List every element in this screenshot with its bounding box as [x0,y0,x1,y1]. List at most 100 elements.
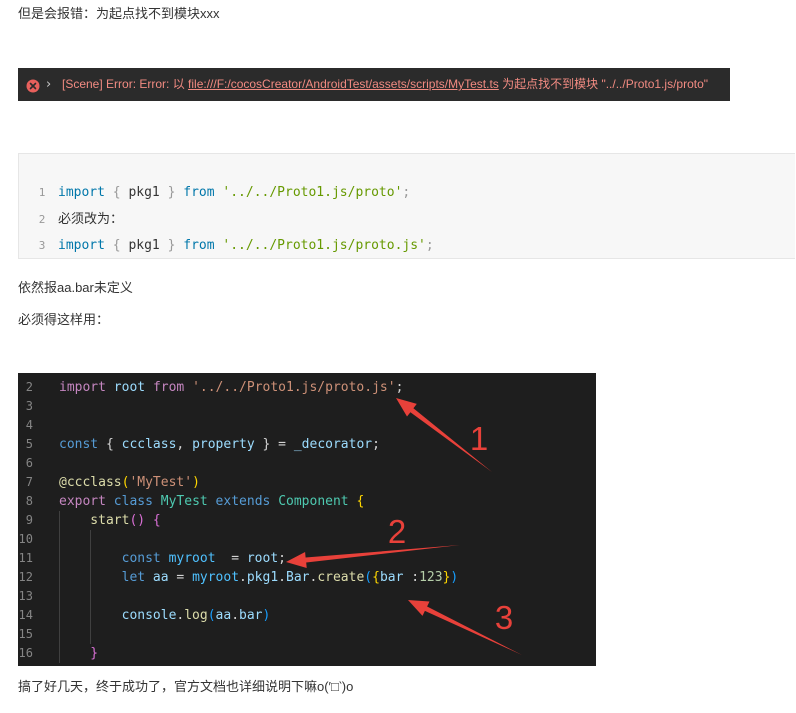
line-number: 14 [18,607,33,622]
code-token: _decorator [293,436,373,452]
code-token: () { [129,512,161,528]
code-token: ; [278,550,286,566]
code-token: 123 [419,569,443,585]
line-number: 11 [18,550,33,565]
code-text: import root from '../../Proto1.js/proto.… [59,378,403,397]
code-token: pkg1 [246,569,279,585]
code-token: { [104,238,129,253]
code-text: import { pkg1 } from '../../Proto1.js/pr… [58,233,434,260]
code-text: const myroot = root; [59,549,286,568]
code-token: { [98,436,122,452]
code-token: { [104,185,129,200]
code-token: import [59,379,106,395]
line-number: 2 [25,379,33,394]
code-token: extends [207,493,279,509]
code-token: } = [254,436,294,452]
code-line: 2 import root from '../../Proto1.js/proto… [18,378,596,397]
code-line: 4 [18,416,596,435]
code-token: from [183,185,215,200]
line-number: 12 [18,569,33,584]
code-token: ( [207,607,216,623]
code-token: 'MyTest' [129,474,193,490]
code-token: aa [215,607,232,623]
code-token: class [105,493,161,509]
code-token: = [168,569,193,585]
code-text: export class MyTest extends Component { [59,492,364,511]
code-token: ) [450,569,459,585]
code-text: 必须改为： [58,207,123,234]
code-token: . [278,569,286,585]
paragraph-still-error: 依然报aa.bar未定义 [18,280,133,295]
code-token: ; [395,379,404,395]
line-number: 8 [25,493,33,508]
code-token: ; [425,238,434,253]
console-error-bar: › [Scene] Error: Error: 以 file:///F:/coc… [18,68,730,101]
line-number: 15 [18,626,33,641]
code-text: const { ccclass, property } = _decorator… [59,435,380,454]
code-line: 11 const myroot = root; [18,549,596,568]
code-token: from [183,238,215,253]
code-text: import { pkg1 } from '../../Proto1.js/pr… [58,180,410,207]
paragraph-must-use: 必须得这样用： [18,312,110,327]
code-line: 9 start() { [18,511,596,530]
code-token: let [59,569,146,585]
code-token: start [59,512,130,528]
code-token: @ccclass [59,474,122,490]
code-line: 16 } [18,644,596,663]
code-token: MyTest [160,493,208,509]
code-token: root [105,379,153,395]
chevron-right-icon[interactable]: › [46,76,51,93]
code-token: ) [192,474,200,490]
code-token: create [317,569,365,585]
line-number: 16 [18,645,33,660]
code-token: '../../Proto1.js/proto.js' [184,379,396,395]
code-token: : [403,569,420,585]
code-token: pkg1 [128,238,160,253]
code-token: } [59,645,99,661]
error-message-prefix: [Scene] Error: Error: 以 [62,77,189,91]
code-token: import [58,185,105,200]
code-line: 3 import { pkg1 } from '../../Proto1.js/p… [19,233,795,260]
code-line: 2 必须改为： [19,207,795,234]
code-token: = [215,550,247,566]
line-number: 3 [25,398,33,413]
error-message-suffix: 为起点找不到模块 "../../Proto1.js/proto" [498,77,709,91]
code-token: root [246,550,279,566]
code-line: 3 [18,397,596,416]
code-text: console.log(aa.bar) [59,606,271,625]
code-line: 5 const { ccclass, property } = _decorato… [18,435,596,454]
line-number: 10 [18,531,33,546]
code-token: property [192,436,255,452]
code-lines: 2 import root from '../../Proto1.js/proto… [18,378,596,663]
code-line: 1 import { pkg1 } from '../../Proto1.js/p… [19,180,795,207]
code-text: let aa = myroot.pkg1.Bar.create({bar :12… [59,568,459,587]
code-token: } [159,238,184,253]
code-token: import [58,238,105,253]
code-token: from [152,379,185,395]
code-text: } [59,644,98,663]
code-token: ; [402,185,411,200]
code-token: '../../Proto1.js/proto.js' [214,238,426,253]
paragraph-error-intro: 但是会报错：为起点找不到模块xxx [18,6,220,21]
line-number: 1 [38,186,46,199]
code-line: 8 export class MyTest extends Component { [18,492,596,511]
code-text: start() { [59,511,161,530]
code-token: 必须改为： [58,211,124,227]
line-number: 9 [25,512,33,527]
code-token: , [176,436,193,452]
code-token: Bar [286,569,310,585]
code-line: 13 [18,587,596,606]
error-message: [Scene] Error: Error: 以 file:///F:/cocos… [62,77,708,92]
line-number: 3 [38,239,46,252]
code-token: bar [379,569,404,585]
code-token: log [184,607,208,623]
code-token: bar [239,607,263,623]
error-file-link[interactable]: file:///F:/cocosCreator/AndroidTest/asse… [188,77,499,91]
code-token: aa [145,569,169,585]
code-token: pkg1 [128,185,160,200]
code-block-import-fix: 1 import { pkg1 } from '../../Proto1.js/p… [18,153,795,259]
code-line: 15 [18,625,596,644]
line-number: 13 [18,588,33,603]
line-number: 7 [25,474,33,489]
code-token: . [239,569,247,585]
